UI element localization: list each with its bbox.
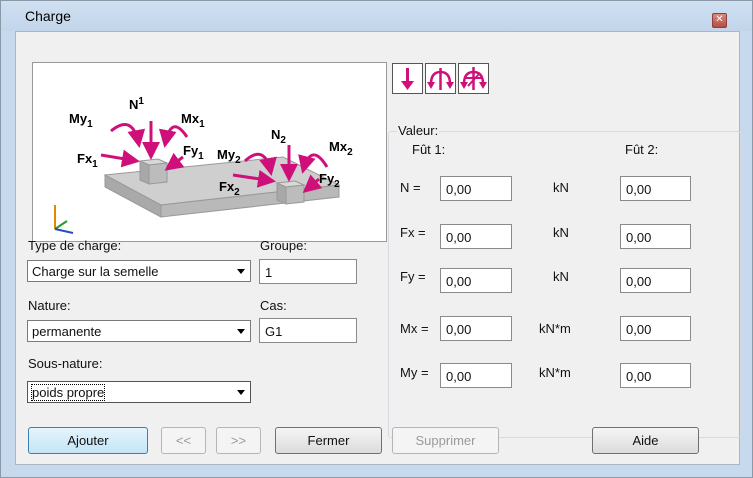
- groupe-label: Groupe:: [260, 238, 307, 253]
- n1-label: N: [129, 97, 138, 112]
- mx1-label: Mx: [181, 111, 200, 126]
- my2-label: My: [217, 147, 236, 162]
- sous-nature-label: Sous-nature:: [28, 356, 103, 371]
- mx-fut1-input[interactable]: 0,00: [440, 316, 512, 341]
- cas-label: Cas:: [260, 298, 287, 313]
- n2-subscript: 2: [280, 135, 286, 146]
- fx-unit: kN: [553, 225, 569, 240]
- fy-unit: kN: [553, 269, 569, 284]
- my-unit: kN*m: [539, 365, 571, 380]
- fermer-button[interactable]: Fermer: [275, 427, 382, 454]
- svg-text:Mx1: Mx1: [181, 111, 205, 130]
- svg-text:Mx2: Mx2: [329, 139, 353, 158]
- nature-label: Nature:: [28, 298, 71, 313]
- supprimer-button[interactable]: Supprimer: [392, 427, 499, 454]
- fy-label: Fy =: [400, 269, 426, 284]
- my-fut1-input[interactable]: 0,00: [440, 363, 512, 388]
- fut-1-header: Fût 1:: [412, 142, 446, 157]
- n-unit: kN: [553, 180, 569, 195]
- fx-fut2-input[interactable]: 0,00: [620, 224, 691, 249]
- n2-label: N: [271, 127, 280, 142]
- fx-fut1-input[interactable]: 0,00: [440, 224, 512, 249]
- type-de-charge-value: Charge sur la semelle: [32, 264, 159, 279]
- svg-text:N2: N2: [271, 127, 286, 146]
- fy-fut1-input[interactable]: 0,00: [440, 268, 512, 293]
- type-de-charge-label: Type de charge:: [28, 238, 122, 253]
- type-de-charge-select[interactable]: Charge sur la semelle: [27, 260, 251, 282]
- fy1-label: Fy: [183, 143, 199, 158]
- fx2-label: Fx: [219, 179, 235, 194]
- n-label: N =: [400, 180, 421, 195]
- fx1-subscript: 1: [92, 159, 98, 170]
- charge-dialog: Charge ✕ N1 My1 Mx1 Fx1 Fy1 N2 My2 Mx2 F…: [0, 0, 753, 478]
- mx2-subscript: 2: [347, 147, 353, 158]
- n1-subscript: 1: [138, 96, 144, 107]
- force-down-button[interactable]: [392, 63, 423, 94]
- cas-input[interactable]: G1: [259, 318, 357, 343]
- sous-nature-value: poids propre: [30, 384, 106, 401]
- force-down-icon: [401, 68, 414, 90]
- title-bar: Charge ✕: [1, 1, 752, 31]
- svg-text:Fx1: Fx1: [77, 151, 98, 170]
- fx1-label: Fx: [77, 151, 93, 166]
- dialog-body: N1 My1 Mx1 Fx1 Fy1 N2 My2 Mx2 Fx2 Fy2 Ty…: [15, 31, 741, 465]
- my-label: My =: [400, 365, 429, 380]
- ajouter-button[interactable]: Ajouter: [28, 427, 148, 454]
- mx-fut2-input[interactable]: 0,00: [620, 316, 691, 341]
- next-button[interactable]: >>: [216, 427, 261, 454]
- svg-text:My1: My1: [69, 111, 93, 130]
- my-fut2-input[interactable]: 0,00: [620, 363, 691, 388]
- fy1-subscript: 1: [198, 151, 204, 162]
- foundation-diagram: N1 My1 Mx1 Fx1 Fy1 N2 My2 Mx2 Fx2 Fy2: [54, 96, 353, 234]
- fx-label: Fx =: [400, 225, 426, 240]
- n-fut1-input[interactable]: 0,00: [440, 176, 512, 201]
- my1-subscript: 1: [87, 119, 93, 130]
- axis-triad-icon: [54, 205, 74, 234]
- fy2-label: Fy: [319, 171, 335, 186]
- moment-button[interactable]: [425, 63, 456, 94]
- fx2-subscript: 2: [234, 187, 240, 198]
- svg-text:N1: N1: [129, 96, 144, 112]
- chevron-down-icon: [237, 329, 245, 334]
- window-title: Charge: [25, 8, 71, 24]
- chevron-down-icon: [237, 269, 245, 274]
- n-fut2-input[interactable]: 0,00: [620, 176, 691, 201]
- sous-nature-select[interactable]: poids propre: [27, 381, 251, 403]
- aide-button[interactable]: Aide: [592, 427, 699, 454]
- my1-label: My: [69, 111, 88, 126]
- nature-select[interactable]: permanente: [27, 320, 251, 342]
- groupe-input[interactable]: 1: [259, 259, 357, 284]
- combined-load-button[interactable]: [458, 63, 489, 94]
- nature-value: permanente: [32, 324, 102, 339]
- mx-unit: kN*m: [539, 321, 571, 336]
- mx-label: Mx =: [400, 321, 429, 336]
- mx1-subscript: 1: [199, 119, 205, 130]
- my2-subscript: 2: [235, 155, 241, 166]
- mx2-label: Mx: [329, 139, 348, 154]
- fy2-subscript: 2: [334, 179, 340, 190]
- svg-text:Fy1: Fy1: [183, 143, 204, 162]
- previous-button[interactable]: <<: [161, 427, 206, 454]
- close-icon[interactable]: ✕: [712, 13, 727, 28]
- fut-2-header: Fût 2:: [625, 142, 659, 157]
- foundation-load-illustration: N1 My1 Mx1 Fx1 Fy1 N2 My2 Mx2 Fx2 Fy2: [32, 62, 387, 242]
- chevron-down-icon: [237, 390, 245, 395]
- moment-rotate-icon: [427, 68, 454, 90]
- fy-fut2-input[interactable]: 0,00: [620, 268, 691, 293]
- combined-load-icon: [460, 67, 487, 90]
- valeur-label: Valeur:: [397, 123, 440, 138]
